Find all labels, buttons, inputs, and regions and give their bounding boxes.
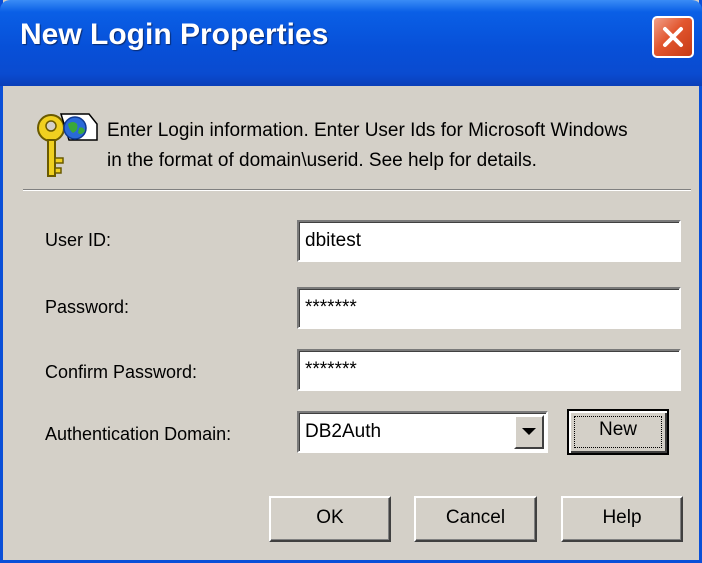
confirm-password-input[interactable]: ******* — [297, 349, 681, 391]
ok-button[interactable]: OK — [269, 496, 391, 542]
authentication-domain-select[interactable]: DB2Auth — [297, 411, 548, 453]
close-button[interactable] — [652, 16, 694, 58]
cancel-button[interactable]: Cancel — [414, 496, 537, 542]
info-line-2: in the format of domain\userid. See help… — [107, 150, 537, 171]
authentication-domain-value: DB2Auth — [305, 421, 382, 442]
title-bar[interactable]: New Login Properties — [0, 0, 702, 86]
info-line-1: Enter Login information. Enter User Ids … — [107, 120, 628, 141]
new-domain-button[interactable]: New — [567, 409, 669, 455]
password-input[interactable]: ******* — [297, 287, 681, 329]
authentication-domain-label: Authentication Domain: — [45, 424, 232, 444]
password-label: Password: — [45, 297, 130, 317]
confirm-password-label: Confirm Password: — [45, 362, 198, 382]
dialog-title: New Login Properties — [20, 18, 329, 51]
user-id-input[interactable]: dbitest — [297, 220, 681, 262]
new-button-label: New — [598, 419, 637, 440]
chevron-down-icon — [522, 428, 536, 435]
close-icon — [663, 27, 683, 47]
help-button[interactable]: Help — [561, 496, 683, 542]
info-message: Enter Login information. Enter User Ids … — [107, 116, 697, 176]
key-globe-icon — [33, 106, 103, 191]
header-separator — [23, 189, 691, 191]
user-id-label: User ID: — [45, 230, 112, 250]
login-properties-dialog: New Login Properties Enter Login informa… — [0, 0, 702, 563]
dropdown-button[interactable] — [514, 415, 544, 449]
